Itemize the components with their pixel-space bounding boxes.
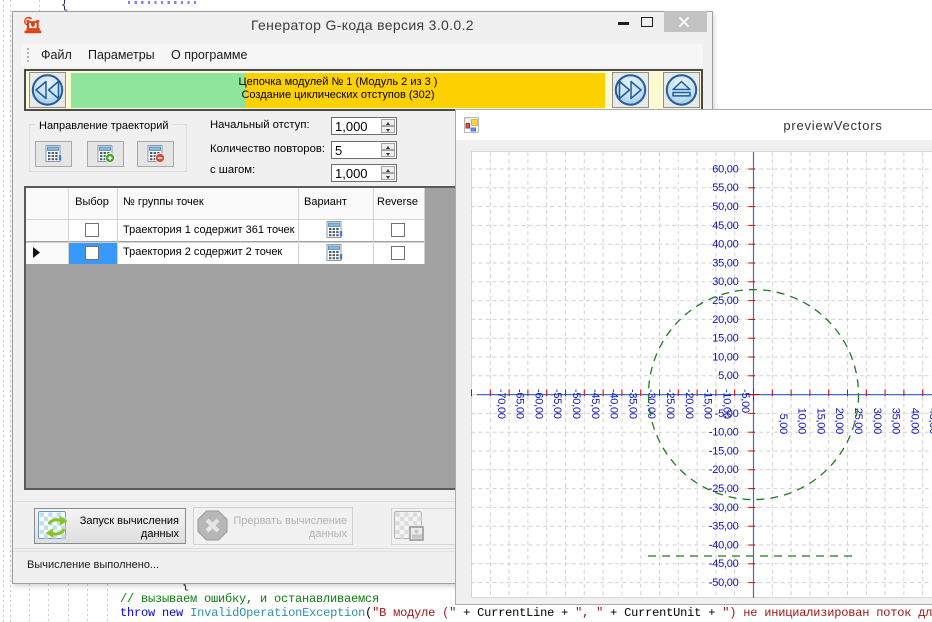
- svg-text:35,00: 35,00: [712, 257, 738, 269]
- svg-text:20,00: 20,00: [833, 408, 845, 434]
- svg-text:-40,00: -40,00: [608, 389, 620, 419]
- svg-text:-35,00: -35,00: [626, 389, 638, 419]
- svg-text:-10,00: -10,00: [720, 389, 732, 419]
- svg-text:-45,00: -45,00: [709, 558, 739, 570]
- svg-text:40,00: 40,00: [712, 239, 738, 251]
- svg-text:-65,00: -65,00: [514, 389, 526, 419]
- svg-text:50,00: 50,00: [712, 201, 738, 213]
- svg-text:-15,00: -15,00: [709, 445, 739, 457]
- svg-text:10,00: 10,00: [796, 408, 808, 434]
- svg-text:-30,00: -30,00: [645, 389, 657, 419]
- svg-text:30,00: 30,00: [871, 408, 883, 434]
- svg-text:55,00: 55,00: [712, 182, 738, 194]
- svg-text:-5,00: -5,00: [739, 389, 751, 413]
- svg-text:-25,00: -25,00: [709, 483, 739, 495]
- svg-text:45,00: 45,00: [712, 220, 738, 232]
- svg-text:-60,00: -60,00: [532, 389, 544, 419]
- svg-text:-20,00: -20,00: [709, 464, 739, 476]
- svg-text:60,00: 60,00: [712, 163, 738, 175]
- svg-text:-70,00: -70,00: [495, 389, 507, 419]
- svg-text:-40,00: -40,00: [709, 539, 739, 551]
- svg-text:-50,00: -50,00: [709, 577, 739, 589]
- svg-text:-55,00: -55,00: [551, 389, 563, 419]
- svg-text:-50,00: -50,00: [570, 389, 582, 419]
- svg-text:25,00: 25,00: [712, 295, 738, 307]
- svg-text:5,00: 5,00: [718, 370, 739, 382]
- svg-text:45,00: 45,00: [927, 408, 932, 434]
- svg-text:-20,00: -20,00: [683, 389, 695, 419]
- svg-text:-25,00: -25,00: [664, 389, 676, 419]
- svg-text:5,00: 5,00: [777, 414, 789, 435]
- svg-text:-15,00: -15,00: [702, 389, 714, 419]
- svg-text:15,00: 15,00: [712, 333, 738, 345]
- svg-text:-45,00: -45,00: [589, 389, 601, 419]
- svg-text:10,00: 10,00: [712, 351, 738, 363]
- svg-text:30,00: 30,00: [712, 276, 738, 288]
- svg-text:35,00: 35,00: [890, 408, 902, 434]
- svg-text:-35,00: -35,00: [709, 521, 739, 533]
- svg-text:20,00: 20,00: [712, 314, 738, 326]
- svg-text:15,00: 15,00: [814, 408, 826, 434]
- svg-text:40,00: 40,00: [908, 408, 920, 434]
- svg-text:-10,00: -10,00: [709, 427, 739, 439]
- svg-text:-30,00: -30,00: [709, 502, 739, 514]
- svg-text:25,00: 25,00: [852, 408, 864, 434]
